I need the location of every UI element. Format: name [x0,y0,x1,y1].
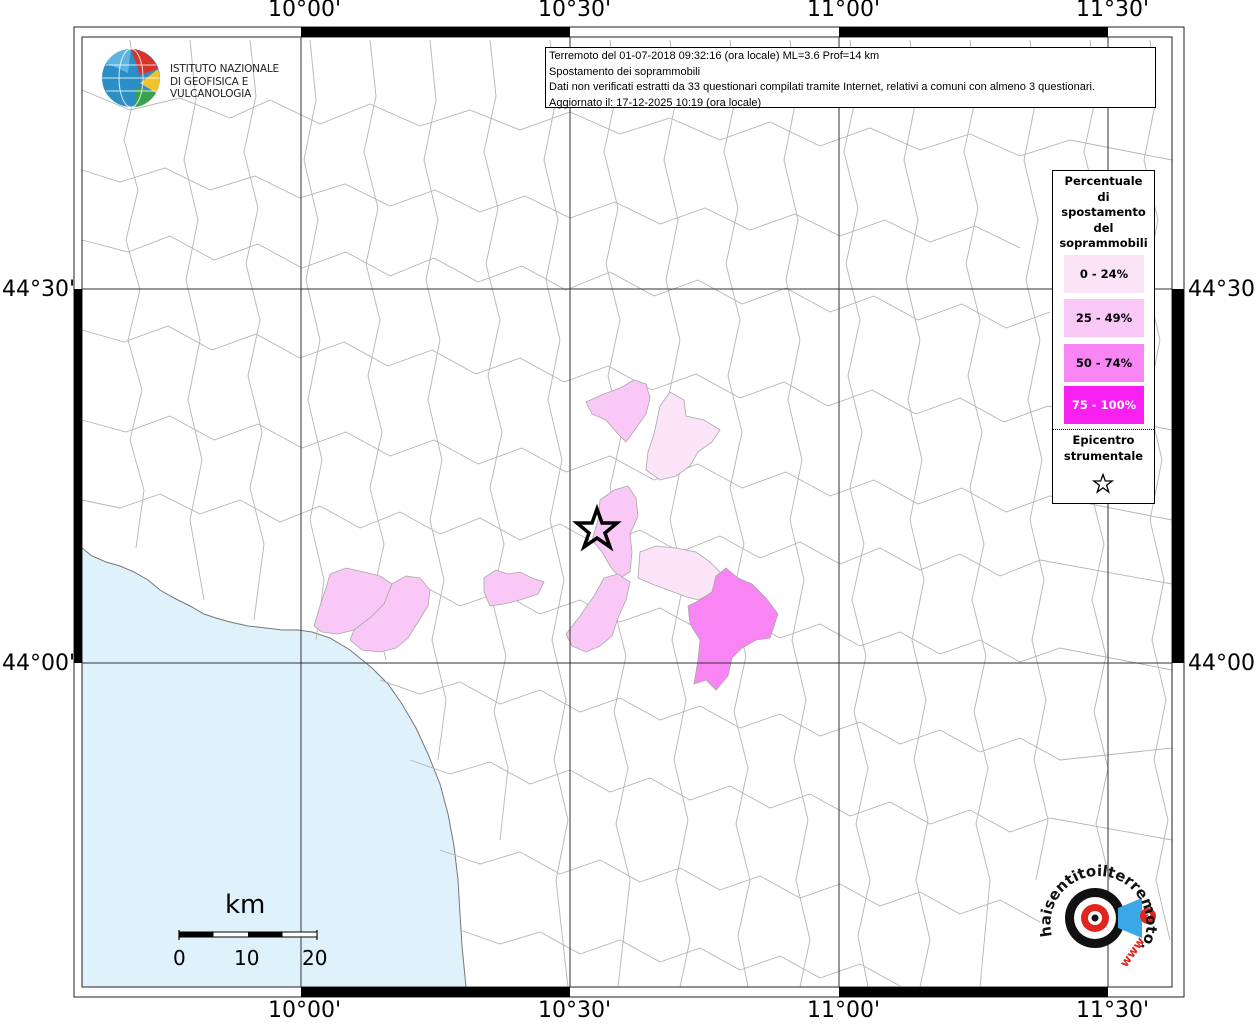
logo-line-2: DI GEOFISICA E VULCANOLOGIA [170,75,252,101]
legend-title: Percentuale di spostamento del soprammob… [1053,171,1154,252]
lon-label-top-2: 10°30' [538,0,612,22]
event-info-box: Terremoto del 01-07-2018 09:32:16 (ora l… [545,47,1156,109]
scale-tick-10: 10 [234,946,260,970]
legend-title-line: soprammobili [1059,236,1148,250]
legend-swatch-25-49: 25 - 49% [1064,299,1144,337]
scale-tick-0: 0 [173,946,186,970]
lon-label-bottom-3: 11°00' [807,998,881,1023]
star-icon [1092,473,1114,494]
event-title: Terremoto del 01-07-2018 09:32:16 (ora l… [549,50,880,62]
event-updated: Aggiornato il: 17-12-2025 10:19 (ora loc… [549,96,762,109]
event-subtitle: Spostamento dei soprammobili [549,65,701,78]
lon-label-top-1: 10°00' [268,0,342,22]
legend-swatch-label: 25 - 49% [1075,311,1133,325]
legend-divider [1053,429,1154,430]
legend-swatch-label: 75 - 100% [1071,398,1137,412]
logo-text: ISTITUTO NAZIONALE DI GEOFISICA E VULCAN… [170,63,320,101]
legend-title-line: spostamento [1061,205,1146,219]
legend-epicenter-line: strumentale [1063,448,1144,463]
legend-title-line: Percentuale [1064,174,1143,188]
brand-www: www [1117,934,1148,969]
legend: Percentuale di spostamento del soprammob… [1052,170,1155,504]
lon-label-top-3: 11°00' [807,0,881,22]
lat-label-left-1: 44°30' [2,277,76,302]
scale-unit: km [225,890,266,920]
lat-label-left-2: 44°00' [2,651,76,676]
ingv-logo: ISTITUTO NAZIONALE DI GEOFISICA E VULCAN… [100,47,320,111]
lat-label-right-2: 44°00' [1188,651,1256,676]
globe-icon [102,48,160,108]
legend-epicenter-label: Epicentro strumentale [1053,433,1154,464]
legend-epicenter-line: Epicentro [1072,433,1135,447]
legend-swatch-0-24: 0 - 24% [1064,255,1144,293]
lat-label-right-1: 44°30' [1188,277,1256,302]
legend-swatch-label: 0 - 24% [1079,267,1129,281]
legend-title-line: di [1097,189,1110,204]
lon-label-bottom-2: 10°30' [538,998,612,1023]
legend-title-line: del [1093,220,1114,235]
scale-tick-20: 20 [302,946,328,970]
legend-swatch-50-74: 50 - 74% [1064,344,1144,382]
logo-line-1: ISTITUTO NAZIONALE [170,63,279,75]
scale-bar: km 0 10 20 [170,890,340,970]
legend-swatch-label: 50 - 74% [1075,356,1133,370]
lon-label-bottom-1: 10°00' [268,998,342,1023]
scale-graphic [178,930,318,940]
haisentito-logo: ? haisentitoilterremoto.it www [1030,856,1161,970]
legend-swatch-75-100: 75 - 100% [1064,386,1144,424]
lon-label-top-4: 11°30' [1076,0,1150,22]
lon-label-bottom-4: 11°30' [1076,998,1150,1023]
event-note: Dati non verificati estratti da 33 quest… [549,81,1095,93]
